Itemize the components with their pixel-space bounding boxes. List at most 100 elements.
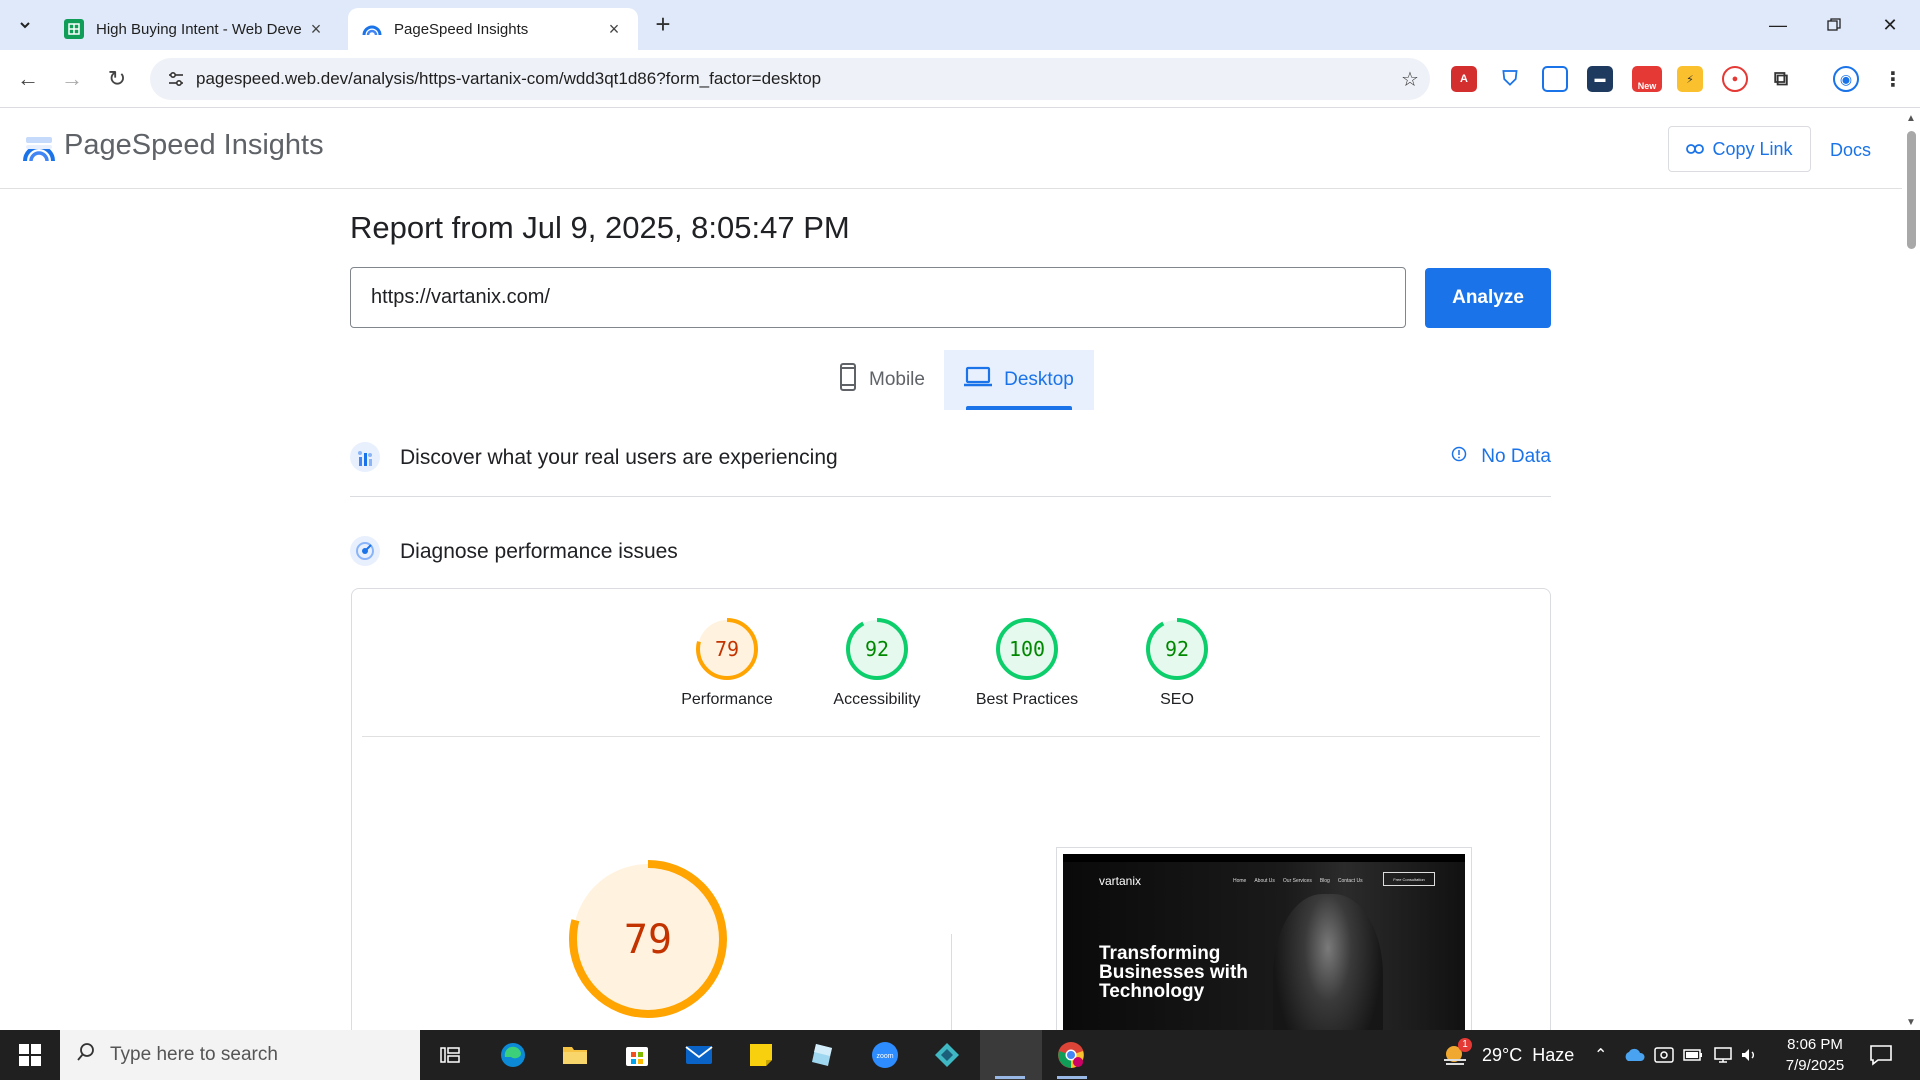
diamond-app-icon[interactable]: [929, 1038, 965, 1072]
task-view-icon[interactable]: [432, 1038, 468, 1072]
edge-browser-icon[interactable]: [495, 1038, 531, 1072]
gauge-score-text: 92: [1165, 637, 1189, 661]
close-icon[interactable]: ×: [604, 19, 624, 40]
tab-mobile[interactable]: Mobile: [820, 350, 944, 410]
scroll-up-arrow-icon[interactable]: ▲: [1906, 113, 1916, 124]
clock-time: 8:06 PM: [1787, 1036, 1843, 1053]
scroll-thumb[interactable]: [1907, 131, 1916, 249]
main-performance-gauge: 79: [568, 859, 728, 1024]
page-screenshot[interactable]: vartanix Home About Us Our Services Blog…: [1056, 847, 1472, 1059]
browser-tab-sheets[interactable]: High Buying Intent - Web Deve ×: [50, 8, 340, 50]
close-icon[interactable]: ×: [306, 19, 326, 40]
screenshot-headline: Transforming Businesses with Technology: [1099, 943, 1248, 1002]
browser-tab-pagespeed[interactable]: PageSpeed Insights ×: [348, 8, 638, 50]
notification-center-icon[interactable]: [1866, 1040, 1896, 1070]
restore-icon[interactable]: [1806, 0, 1862, 50]
score-gauge-performance[interactable]: 79 Performance: [667, 617, 787, 709]
score-label: Accessibility: [833, 691, 921, 708]
notepad-icon[interactable]: [805, 1038, 841, 1072]
taskbar-search-placeholder: Type here to search: [110, 1044, 278, 1065]
network-icon[interactable]: [1713, 1030, 1733, 1080]
forward-arrow-icon[interactable]: →: [57, 64, 87, 94]
security-tray-icon[interactable]: [1654, 1030, 1674, 1080]
mail-icon[interactable]: [681, 1038, 717, 1072]
tray-chevron-up-icon[interactable]: ⌃: [1594, 1030, 1607, 1080]
new-tab-plus-icon[interactable]: +: [650, 11, 676, 38]
screenshot-nav-item: Blog: [1319, 878, 1330, 884]
reload-icon[interactable]: ↻: [102, 64, 132, 94]
no-data-link[interactable]: No Data: [1451, 446, 1551, 468]
windows-start-icon[interactable]: [0, 1030, 60, 1080]
weather-widget[interactable]: 1 29°C Haze: [1440, 1030, 1574, 1080]
score-label: Best Practices: [975, 691, 1079, 708]
gauge-score-text: 79: [715, 637, 739, 661]
url-input[interactable]: https://vartanix.com/: [350, 267, 1406, 328]
zoom-app-icon[interactable]: zoom: [867, 1038, 903, 1072]
tab-title: PageSpeed Insights: [394, 20, 529, 38]
app-title: PageSpeed Insights: [64, 129, 324, 161]
laptop-icon: [964, 366, 993, 394]
taskbar-clock[interactable]: 8:06 PM 7/9/2025: [1760, 1034, 1870, 1076]
diagnose-icon: [350, 536, 380, 566]
volume-icon[interactable]: [1740, 1030, 1758, 1080]
screenshot-nav-item: Our Services: [1282, 878, 1312, 884]
taskbar-running-indicator: [1057, 1076, 1087, 1079]
record-extension-icon[interactable]: ●: [1722, 66, 1748, 92]
no-data-label: No Data: [1481, 446, 1551, 467]
browser-tab-strip: High Buying Intent - Web Deve × PageSpee…: [0, 0, 1920, 50]
score-gauge-best-practices[interactable]: 100 Best Practices: [967, 617, 1087, 709]
shield-extension-icon[interactable]: ⛉: [1497, 66, 1523, 92]
new-badge-extension-icon[interactable]: New: [1632, 66, 1662, 92]
grammar-extension-icon[interactable]: ⚡: [1677, 66, 1703, 92]
gauge-score-text: 100: [1009, 637, 1045, 661]
document-extension-icon[interactable]: [1542, 66, 1568, 92]
psi-header: PageSpeed Insights Copy Link Docs: [0, 109, 1902, 189]
puzzle-extensions-icon[interactable]: ⧉: [1768, 66, 1794, 92]
url-text: pagespeed.web.dev/analysis/https-vartani…: [196, 69, 822, 88]
site-info-icon[interactable]: [156, 71, 196, 87]
page-scrollbar[interactable]: ▲ ▼: [1902, 109, 1920, 1030]
tab-selected-indicator: [966, 406, 1072, 410]
info-icon: [1451, 446, 1467, 468]
taskbar-search-box[interactable]: Type here to search: [60, 1030, 420, 1080]
window-close-icon[interactable]: ✕: [1862, 0, 1918, 50]
scroll-down-arrow-icon[interactable]: ▼: [1906, 1017, 1916, 1028]
score-ring: 92: [846, 618, 908, 680]
score-gauge-seo[interactable]: 92 SEO: [1117, 617, 1237, 709]
video-extension-icon[interactable]: ▬: [1587, 66, 1613, 92]
docs-link[interactable]: Docs: [1830, 140, 1871, 161]
tab-desktop-label: Desktop: [1004, 369, 1074, 390]
onedrive-cloud-icon[interactable]: [1622, 1030, 1646, 1080]
copy-link-button[interactable]: Copy Link: [1668, 126, 1811, 172]
analyze-button[interactable]: Analyze: [1425, 268, 1551, 328]
gauge-score-text: 92: [865, 637, 889, 661]
back-arrow-icon[interactable]: ←: [13, 64, 43, 94]
chrome-profile-icon[interactable]: [1053, 1038, 1089, 1072]
bookmark-star-icon[interactable]: ☆: [1390, 67, 1430, 92]
scores-card: 79 Performance 92 Accessibility 100 Best Prac…: [351, 588, 1551, 1064]
tab-search-chevron-icon[interactable]: [10, 10, 40, 40]
score-label: Performance: [681, 691, 773, 708]
more-menu-icon[interactable]: ⋮: [1880, 66, 1906, 92]
file-explorer-icon[interactable]: [557, 1038, 593, 1072]
screenshot-nav: Home About Us Our Services Blog Contact …: [1233, 878, 1363, 884]
tab-desktop[interactable]: Desktop: [944, 350, 1094, 410]
score-ring: 79: [696, 618, 758, 680]
link-icon: [1686, 139, 1705, 160]
pagespeed-icon: [362, 19, 382, 39]
search-icon: [76, 1042, 96, 1068]
score-label: SEO: [1160, 691, 1194, 708]
taskbar-running-indicator: [995, 1076, 1025, 1079]
minimize-icon[interactable]: —: [1750, 0, 1806, 50]
acrobat-extension-icon[interactable]: A: [1451, 66, 1477, 92]
address-bar[interactable]: pagespeed.web.dev/analysis/https-vartani…: [150, 58, 1430, 100]
score-gauge-accessibility[interactable]: 92 Accessibility: [817, 617, 937, 709]
pagespeed-logo-icon: [23, 137, 55, 162]
diagnose-title: Diagnose performance issues: [400, 540, 678, 563]
profile-avatar-icon[interactable]: ◉: [1833, 66, 1859, 92]
score-ring: 92: [1146, 618, 1208, 680]
battery-icon[interactable]: [1683, 1030, 1703, 1080]
microsoft-store-icon[interactable]: [619, 1038, 655, 1072]
sticky-notes-icon[interactable]: [743, 1038, 779, 1072]
weather-haze-icon: 1: [1440, 1038, 1472, 1070]
